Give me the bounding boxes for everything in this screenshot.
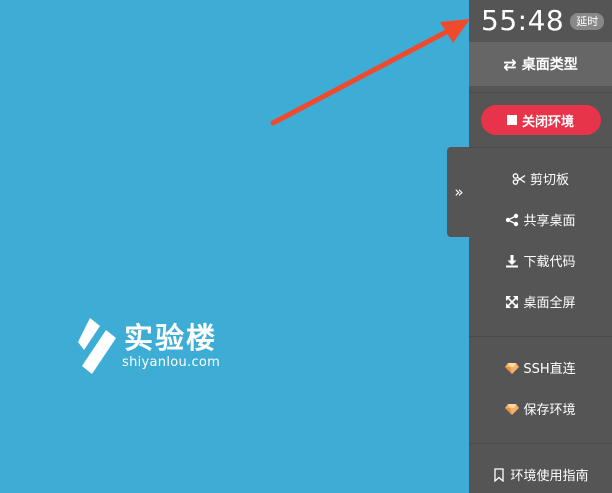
menu-item-share-desktop[interactable]: 共享桌面 [469, 199, 612, 240]
menu-item-label: 保存环境 [523, 403, 576, 418]
swap-arrows-icon: ⇄ [503, 54, 517, 74]
menu-item-clipboard[interactable]: 剪切板 [469, 158, 612, 199]
menu-item-download-code[interactable]: 下载代码 [469, 240, 612, 281]
logo-chinese-name: 实验楼 [124, 321, 218, 355]
menu-item-label: 剪切板 [529, 173, 569, 188]
extend-time-button[interactable]: 延时 [570, 12, 605, 30]
menu-item-label: 下载代码 [523, 255, 576, 270]
fullscreen-icon [505, 295, 519, 309]
close-environment-button[interactable]: 关闭环境 [480, 105, 601, 135]
menu-item-label: SSH直连 [523, 362, 576, 377]
share-icon [505, 213, 519, 227]
countdown-timer: 55:48 [481, 4, 565, 37]
logo-domain: shiyanlou.com [122, 355, 221, 370]
environment-side-panel: 55:48 延时 ⇄ 桌面类型 关闭环境 剪切板 共享桌面 下载代码 桌面全屏 … [469, 0, 612, 493]
collapse-panel-button[interactable]: » [447, 147, 471, 237]
scissors-icon [512, 172, 526, 186]
timer-row: 55:48 延时 [469, 0, 612, 42]
shiyanlou-logo: 实验楼 shiyanlou.com [76, 316, 220, 376]
menu-item-ssh[interactable]: SSH直连 [469, 347, 612, 388]
double-chevron-right-icon: » [454, 183, 464, 201]
divider [469, 443, 612, 444]
desktop-type-button[interactable]: ⇄ 桌面类型 [469, 42, 612, 86]
menu-item-label: 共享桌面 [523, 214, 576, 229]
divider [469, 336, 612, 337]
menu-item-guide[interactable]: 环境使用指南 [469, 454, 612, 493]
stop-square-icon [506, 115, 517, 125]
close-env-wrapper: 关闭环境 [469, 93, 612, 147]
shiyanlou-logo-mark-icon [78, 318, 116, 374]
close-environment-label: 关闭环境 [521, 114, 574, 130]
menu-item-label: 环境使用指南 [510, 469, 589, 484]
divider [469, 147, 612, 148]
desktop-type-label: 桌面类型 [521, 57, 578, 73]
diamond-icon [505, 402, 520, 416]
menu-item-label: 桌面全屏 [523, 296, 576, 311]
menu-item-fullscreen[interactable]: 桌面全屏 [469, 281, 612, 322]
diamond-icon [505, 361, 520, 375]
menu-item-save-environment[interactable]: 保存环境 [469, 388, 612, 429]
bookmark-icon [492, 467, 506, 482]
remote-desktop[interactable]: 实验楼 shiyanlou.com [0, 0, 469, 493]
download-icon [505, 254, 519, 268]
red-arrow-annotation [270, 19, 469, 126]
